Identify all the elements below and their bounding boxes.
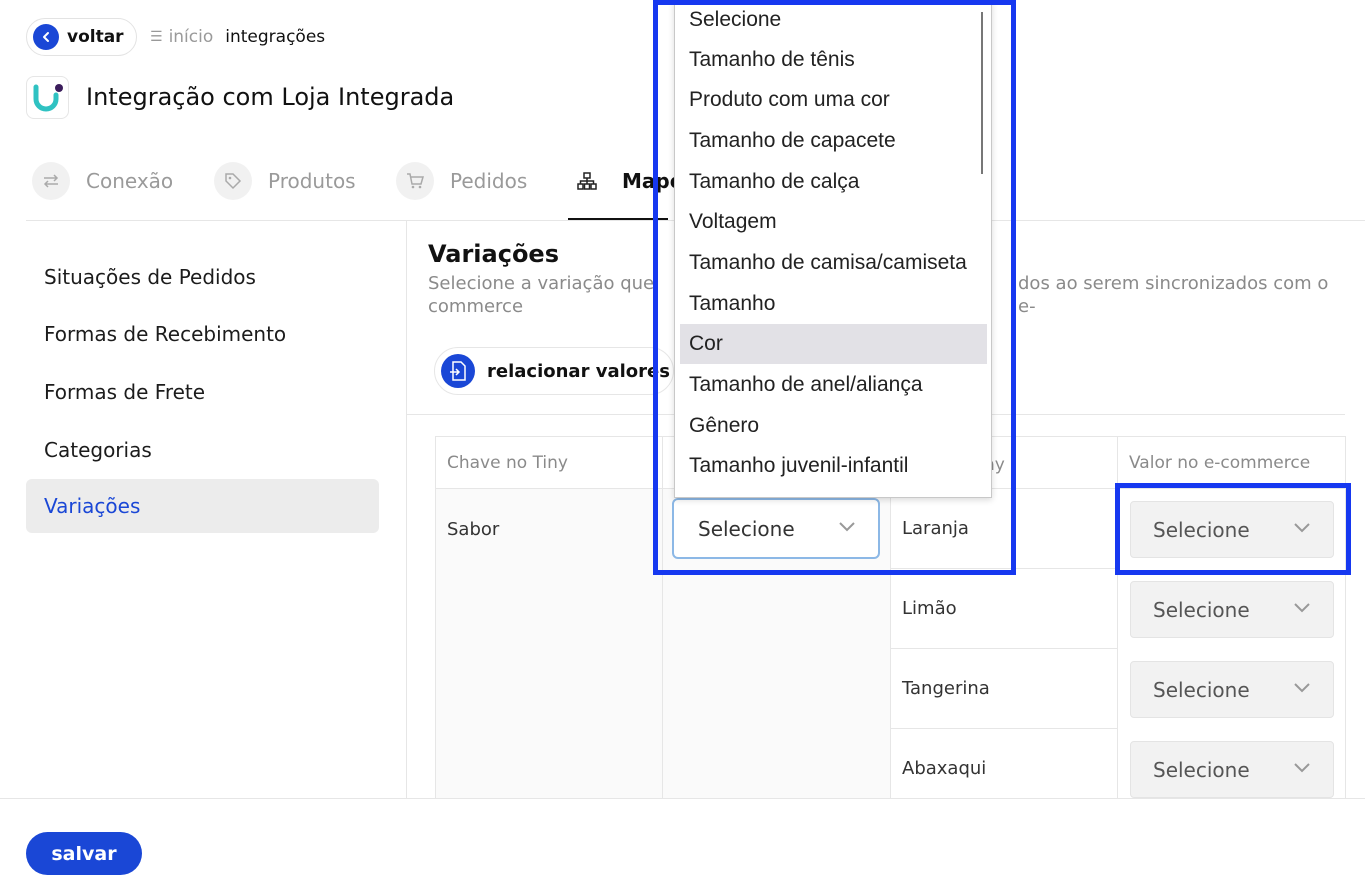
- page-title: Integração com Loja Integrada: [86, 83, 455, 111]
- tag-icon: [214, 162, 252, 200]
- select-value: Selecione: [1153, 677, 1250, 702]
- chevron-down-icon: [1294, 683, 1310, 693]
- header-valor-ecommerce: Valor no e-commerce: [1118, 437, 1345, 489]
- description-part: Selecione a variação que: [428, 273, 655, 294]
- save-button[interactable]: salvar: [26, 832, 142, 875]
- relate-values-label: relacionar valores p: [487, 360, 674, 382]
- sidebar-item-formas-recebimento[interactable]: Formas de Recebimento: [26, 307, 379, 361]
- relate-values-button[interactable]: relacionar valores p: [434, 347, 674, 395]
- back-label: voltar: [67, 27, 124, 47]
- sidebar-item-categorias[interactable]: Categorias: [26, 423, 379, 477]
- tab-pedidos[interactable]: Pedidos: [396, 162, 527, 200]
- ecommerce-value-select[interactable]: Selecione: [1130, 661, 1334, 718]
- chevron-left-icon: [33, 24, 59, 50]
- table-cell-key: Sabor: [447, 519, 500, 540]
- section-title: Variações: [428, 240, 559, 268]
- divider: [406, 221, 407, 798]
- highlight-box: [1115, 483, 1351, 575]
- ecommerce-value-select[interactable]: Selecione: [1130, 581, 1334, 638]
- breadcrumb-home[interactable]: início: [169, 27, 214, 47]
- select-value: Selecione: [1153, 597, 1250, 622]
- sidebar-item-situacoes-pedidos[interactable]: Situações de Pedidos: [26, 250, 379, 304]
- chevron-down-icon: [1294, 603, 1310, 613]
- table-cell-tiny-value: Tangerina: [891, 649, 1118, 729]
- tab-label: Conexão: [86, 169, 174, 193]
- footer-divider: [0, 798, 1365, 799]
- file-import-icon: [441, 354, 475, 388]
- select-value: Selecione: [1153, 757, 1250, 782]
- cart-icon: [396, 162, 434, 200]
- header-chave-tiny: Chave no Tiny: [436, 437, 663, 489]
- arrows-icon: [32, 162, 70, 200]
- tab-conexao[interactable]: Conexão: [32, 162, 173, 200]
- table-cell-tiny-value: Abaxaqui: [891, 729, 1118, 798]
- integration-logo: [26, 76, 69, 119]
- tab-label: Produtos: [268, 169, 356, 193]
- back-button[interactable]: voltar: [26, 18, 137, 56]
- description-line-2: commerce: [428, 296, 524, 317]
- description-part-right: dos ao serem sincronizados com o e-: [1018, 273, 1329, 317]
- breadcrumb-current[interactable]: integrações: [225, 27, 325, 47]
- chevron-down-icon: [1294, 763, 1310, 773]
- menu-icon: ☰: [150, 29, 163, 45]
- sidebar-item-formas-frete[interactable]: Formas de Frete: [26, 365, 379, 419]
- sitemap-icon: [568, 162, 606, 200]
- tab-label: Pedidos: [450, 169, 528, 193]
- table-cell-tiny-value: Limão: [891, 569, 1118, 649]
- ecommerce-value-select[interactable]: Selecione: [1130, 741, 1334, 798]
- tab-produtos[interactable]: Produtos: [214, 162, 356, 200]
- sidebar-item-variacoes[interactable]: Variações: [26, 479, 379, 533]
- highlight-box: [653, 0, 1016, 575]
- breadcrumb: ☰ início integrações: [150, 27, 325, 47]
